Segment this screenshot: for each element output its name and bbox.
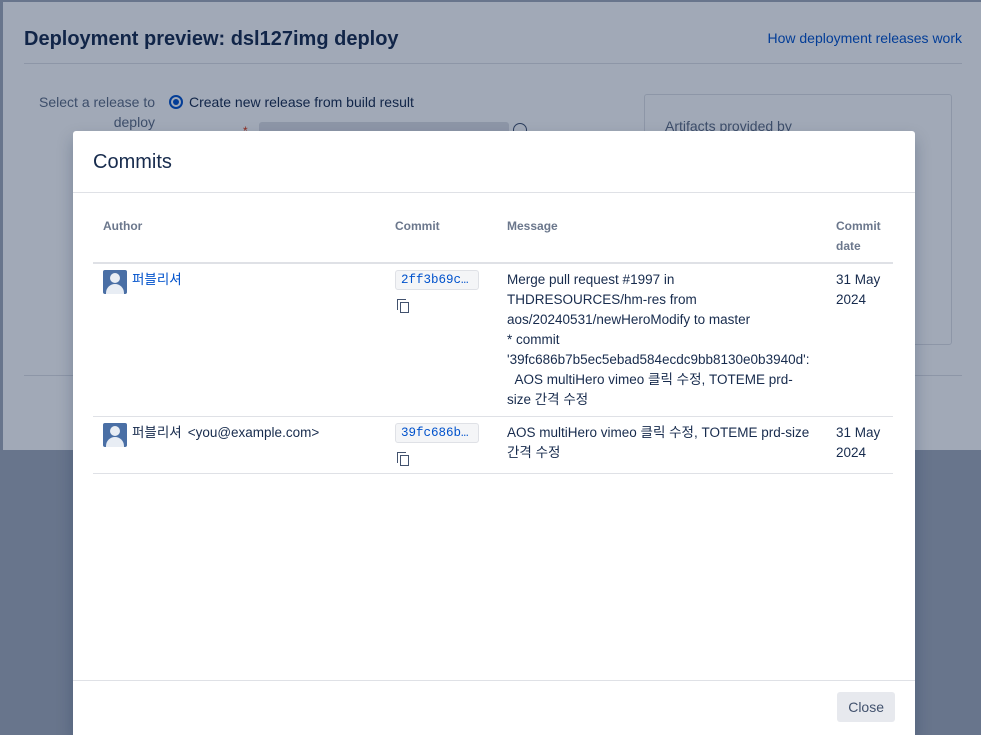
- author-link[interactable]: 퍼블리셔: [132, 270, 182, 290]
- dialog-footer: Close: [73, 680, 915, 735]
- column-header-commit-date: Commit date: [826, 213, 893, 264]
- copy-icon[interactable]: [395, 451, 411, 467]
- close-button[interactable]: Close: [837, 692, 895, 722]
- commit-message: Merge pull request #1997 in THDRESOURCES…: [497, 263, 826, 417]
- avatar: [103, 423, 127, 447]
- table-row: 퍼블리셔 2ff3b69c… Merge pull request #1997 …: [93, 263, 893, 417]
- commit-hash-link[interactable]: 2ff3b69c…: [395, 270, 479, 290]
- commit-cell: 2ff3b69c…: [385, 263, 497, 417]
- commit-message: AOS multiHero vimeo 클릭 수정, TOTEME prd-si…: [497, 416, 826, 474]
- author-email: <you@example.com>: [187, 425, 320, 440]
- commit-hash-link[interactable]: 39fc686b…: [395, 423, 479, 443]
- dialog-header: Commits: [73, 131, 915, 193]
- author-cell: 퍼블리셔 <you@example.com>: [93, 416, 385, 474]
- column-header-message: Message: [497, 213, 826, 264]
- commit-date: 31 May 2024: [826, 263, 893, 417]
- copy-icon[interactable]: [395, 298, 411, 314]
- avatar: [103, 270, 127, 294]
- column-header-author: Author: [93, 213, 385, 264]
- commit-cell: 39fc686b…: [385, 416, 497, 474]
- commit-date: 31 May 2024: [826, 416, 893, 474]
- table-row: 퍼블리셔 <you@example.com> 39fc686b… AOS mult…: [93, 416, 893, 474]
- author-cell: 퍼블리셔: [93, 263, 385, 417]
- column-header-commit: Commit: [385, 213, 497, 264]
- table-header-row: Author Commit Message Commit date: [93, 213, 893, 264]
- dialog-body: Author Commit Message Commit date 퍼블리셔 2…: [93, 193, 895, 474]
- dialog-title: Commits: [93, 151, 172, 173]
- commits-dialog: Commits Author Commit Message Commit dat…: [73, 131, 915, 735]
- commits-table: Author Commit Message Commit date 퍼블리셔 2…: [93, 213, 893, 474]
- author-name: 퍼블리셔: [132, 425, 182, 440]
